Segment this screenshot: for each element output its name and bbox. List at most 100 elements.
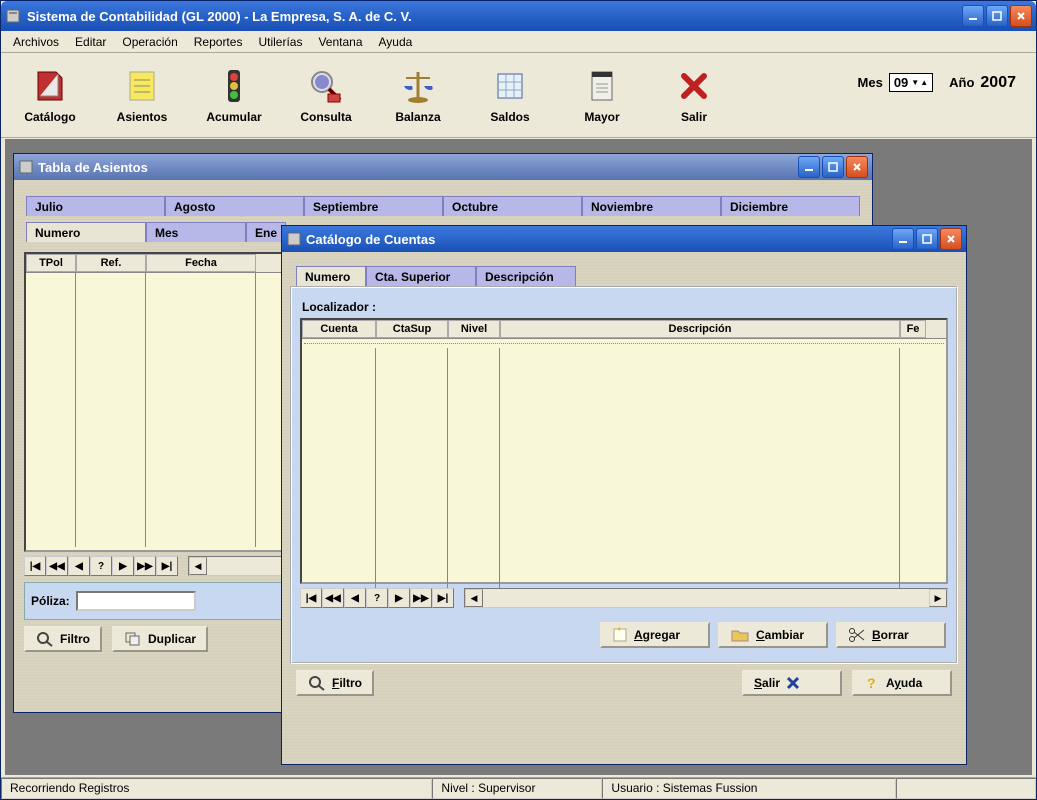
asientos-titlebar: Tabla de Asientos: [14, 154, 872, 180]
question-icon: ?: [864, 675, 880, 691]
menu-editar[interactable]: Editar: [67, 33, 114, 51]
toolbar-salir[interactable]: Salir: [655, 66, 733, 124]
ayuda-button[interactable]: ? Ayuda: [852, 670, 952, 696]
add-icon: [612, 627, 628, 643]
agregar-button[interactable]: Agregar: [600, 622, 710, 648]
cat-nav-prevpage[interactable]: ◀◀: [322, 588, 344, 608]
nav-first[interactable]: |◀: [24, 556, 46, 576]
toolbar-saldos[interactable]: Saldos: [471, 66, 549, 124]
tab-septiembre[interactable]: Septiembre: [304, 196, 443, 216]
col-fecha[interactable]: Fecha: [146, 254, 256, 272]
period-selector: Mes 09 ▼▲ Año 2007: [858, 73, 1016, 92]
cambiar-button[interactable]: Cambiar: [718, 622, 828, 648]
cat-nav-last[interactable]: ▶|: [432, 588, 454, 608]
tab-octubre[interactable]: Octubre: [443, 196, 582, 216]
main-title: Sistema de Contabilidad (GL 2000) - La E…: [27, 9, 962, 24]
folder-icon: [730, 627, 750, 643]
mes-down-button[interactable]: ▼: [911, 78, 919, 87]
menu-operacion[interactable]: Operación: [114, 33, 185, 51]
col-tpol[interactable]: TPol: [26, 254, 76, 272]
catalogo-minimize-button[interactable]: [892, 228, 914, 250]
catalogo-maximize-button[interactable]: [916, 228, 938, 250]
col-nivel[interactable]: Nivel: [448, 320, 500, 338]
catalogo-window[interactable]: Catálogo de Cuentas Numero Cta. Superior…: [281, 225, 967, 765]
poliza-input[interactable]: [76, 591, 196, 611]
x-blue-icon: [786, 676, 800, 690]
tab-julio[interactable]: Julio: [26, 196, 165, 216]
borrar-button[interactable]: Borrar: [836, 622, 946, 648]
tab-cat-descripcion[interactable]: Descripción: [476, 266, 576, 286]
catalogo-action-buttons: Agregar Cambiar Borrar: [296, 612, 952, 658]
toolbar-mayor[interactable]: Mayor: [563, 66, 641, 124]
main-toolbar: Catálogo Asientos Acumular Consulta Bala…: [1, 53, 1036, 138]
catalogo-close-button[interactable]: [940, 228, 962, 250]
tab-noviembre[interactable]: Noviembre: [582, 196, 721, 216]
cat-nav-first[interactable]: |◀: [300, 588, 322, 608]
asientos-icon: [18, 159, 34, 175]
grid-icon: [490, 66, 530, 106]
nav-nextpage[interactable]: ▶▶: [134, 556, 156, 576]
cat-hscroll-left-button[interactable]: ◀: [465, 589, 483, 607]
col-descripcion[interactable]: Descripción: [500, 320, 900, 338]
magnifier-icon: [36, 631, 54, 647]
tab-cat-numero[interactable]: Numero: [296, 266, 366, 286]
note-icon: [122, 66, 162, 106]
nav-prev[interactable]: ◀: [68, 556, 90, 576]
cat-nav-next[interactable]: ▶: [388, 588, 410, 608]
toolbar-asientos[interactable]: Asientos: [103, 66, 181, 124]
col-cuenta[interactable]: Cuenta: [302, 320, 376, 338]
main-minimize-button[interactable]: [962, 5, 984, 27]
main-close-button[interactable]: [1010, 5, 1032, 27]
tab-cat-superior[interactable]: Cta. Superior: [366, 266, 476, 286]
col-fe[interactable]: Fe: [900, 320, 926, 338]
tab-agosto[interactable]: Agosto: [165, 196, 304, 216]
menu-reportes[interactable]: Reportes: [186, 33, 251, 51]
col-ref[interactable]: Ref.: [76, 254, 146, 272]
hscroll-left-button[interactable]: ◀: [189, 557, 207, 575]
cat-nav-query[interactable]: ?: [366, 588, 388, 608]
nav-last[interactable]: ▶|: [156, 556, 178, 576]
tab-numero[interactable]: Numero: [26, 222, 146, 242]
scissors-icon: [848, 627, 866, 643]
salir-button[interactable]: Salir: [742, 670, 842, 696]
menu-ventana[interactable]: Ventana: [310, 33, 370, 51]
nav-next[interactable]: ▶: [112, 556, 134, 576]
filtro-button[interactable]: Filtro: [24, 626, 102, 652]
nav-prevpage[interactable]: ◀◀: [46, 556, 68, 576]
catalogo-table: Cuenta CtaSup Nivel Descripción Fe: [300, 318, 948, 584]
mes-value-box: 09 ▼▲: [889, 73, 933, 92]
magnifier-icon: [308, 675, 326, 691]
tab-mes[interactable]: Mes: [146, 222, 246, 242]
toolbar-balanza[interactable]: Balanza: [379, 66, 457, 124]
book-icon: [30, 66, 70, 106]
asientos-title: Tabla de Asientos: [38, 160, 798, 175]
catalogo-titlebar: Catálogo de Cuentas: [282, 226, 966, 252]
cat-hscroll-right-button[interactable]: ▶: [929, 589, 947, 607]
catalogo-title: Catálogo de Cuentas: [306, 232, 892, 247]
mes-label: Mes: [858, 75, 883, 90]
nav-query[interactable]: ?: [90, 556, 112, 576]
toolbar-acumular[interactable]: Acumular: [195, 66, 273, 124]
toolbar-consulta[interactable]: Consulta: [287, 66, 365, 124]
toolbar-catalogo[interactable]: Catálogo: [11, 66, 89, 124]
asientos-close-button[interactable]: [846, 156, 868, 178]
localizador-label: Localizador :: [296, 292, 952, 318]
cat-nav-nextpage[interactable]: ▶▶: [410, 588, 432, 608]
main-maximize-button[interactable]: [986, 5, 1008, 27]
status-empty: [896, 778, 1036, 799]
menu-utilerias[interactable]: Utilerías: [250, 33, 310, 51]
asientos-minimize-button[interactable]: [798, 156, 820, 178]
cat-filtro-button[interactable]: Filtro: [296, 670, 374, 696]
col-ctasup[interactable]: CtaSup: [376, 320, 448, 338]
menu-archivos[interactable]: Archivos: [5, 33, 67, 51]
tab-ene[interactable]: Ene: [246, 222, 286, 242]
notebook-icon: [582, 66, 622, 106]
tab-diciembre[interactable]: Diciembre: [721, 196, 860, 216]
duplicar-button[interactable]: Duplicar: [112, 626, 208, 652]
cat-nav-prev[interactable]: ◀: [344, 588, 366, 608]
catalogo-hscroll[interactable]: ◀ ▶: [464, 588, 948, 608]
asientos-maximize-button[interactable]: [822, 156, 844, 178]
asientos-month-tabs: Julio Agosto Septiembre Octubre Noviembr…: [20, 190, 866, 216]
mes-up-button[interactable]: ▲: [920, 78, 928, 87]
menu-ayuda[interactable]: Ayuda: [371, 33, 421, 51]
